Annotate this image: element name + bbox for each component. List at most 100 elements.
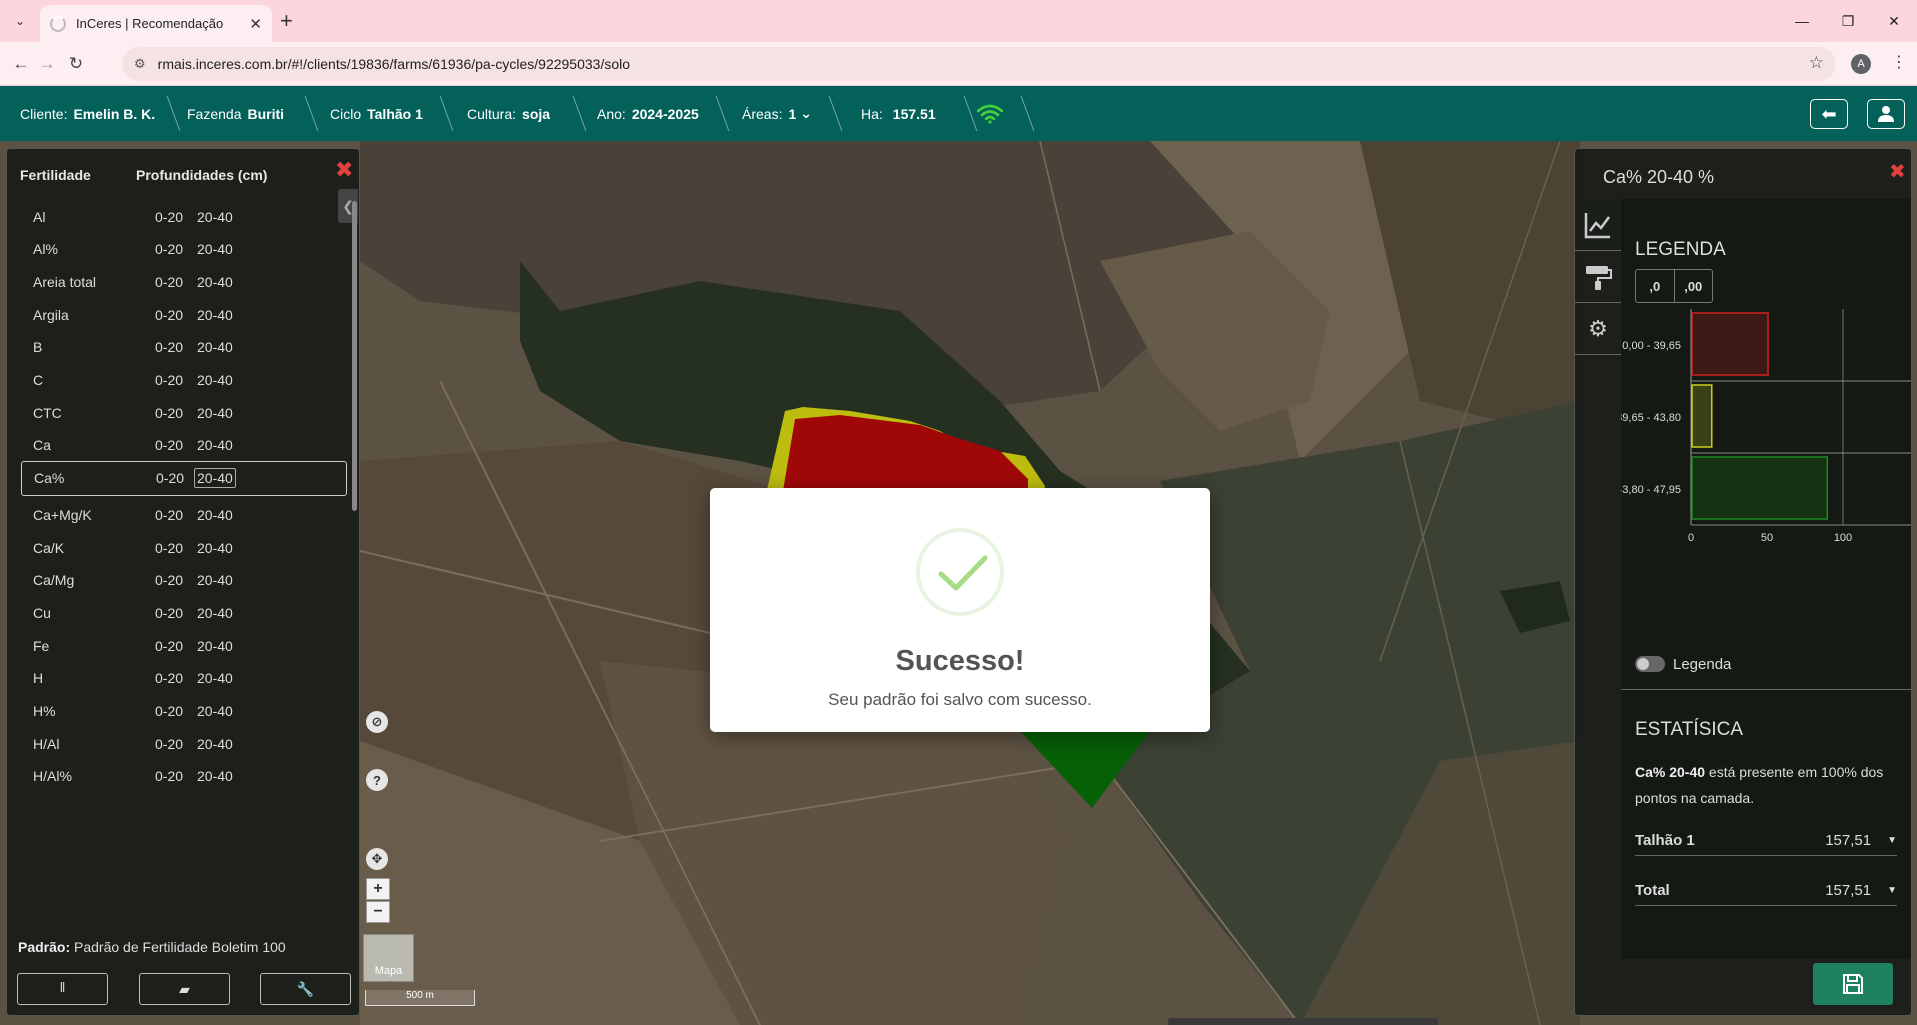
depth-20-40-option[interactable]: 20-40: [197, 405, 233, 421]
book-button[interactable]: ▰: [139, 973, 230, 1005]
depth-0-20-option[interactable]: 0-20: [155, 638, 183, 654]
depth-20-40-option[interactable]: 20-40: [197, 638, 233, 654]
legend-toggle[interactable]: [1635, 656, 1665, 672]
depth-20-40-option[interactable]: 20-40: [197, 703, 233, 719]
depth-20-40-option[interactable]: 20-40: [197, 540, 233, 556]
map-layer-toggle[interactable]: Mapa: [363, 934, 414, 982]
fertility-list-item[interactable]: Ca+Mg/K 0-20 20-40: [21, 497, 347, 532]
fertility-list-item[interactable]: Al 0-20 20-40: [21, 199, 347, 234]
depth-20-40-option[interactable]: 20-40: [197, 339, 233, 355]
help-question-icon[interactable]: ?: [366, 769, 388, 791]
decrease-decimals-button[interactable]: ,0: [1636, 270, 1674, 302]
fertility-list-item[interactable]: Argila 0-20 20-40: [21, 297, 347, 332]
depth-20-40-option[interactable]: 20-40: [197, 307, 233, 323]
tab-search-dropdown-icon[interactable]: ⌄: [8, 9, 32, 33]
depth-0-20-option[interactable]: 0-20: [156, 470, 184, 486]
depth-20-40-option[interactable]: 20-40: [197, 572, 233, 588]
fertility-list-item[interactable]: H 0-20 20-40: [21, 661, 347, 696]
depth-0-20-option[interactable]: 0-20: [155, 605, 183, 621]
crumb-areas-dropdown[interactable]: Áreas: 1 ⌄: [742, 86, 812, 141]
crumb-ciclo[interactable]: Ciclo Talhão 1: [330, 86, 423, 141]
fertility-list-item[interactable]: Ca/Mg 0-20 20-40: [21, 563, 347, 598]
depth-20-40-option[interactable]: 20-40: [197, 372, 233, 388]
tab-paint[interactable]: [1575, 251, 1621, 303]
depth-20-40-option[interactable]: 20-40: [197, 241, 233, 257]
forward-arrow-icon[interactable]: →: [35, 52, 59, 76]
profile-avatar[interactable]: A: [1851, 54, 1871, 74]
fertility-list-item[interactable]: B 0-20 20-40: [21, 330, 347, 365]
fertility-list-item[interactable]: CTC 0-20 20-40: [21, 395, 347, 430]
depth-20-40-option[interactable]: 20-40: [197, 605, 233, 621]
depth-0-20-option[interactable]: 0-20: [155, 736, 183, 752]
reload-icon[interactable]: ↻: [64, 52, 88, 76]
depth-0-20-option[interactable]: 0-20: [155, 372, 183, 388]
tab-chart[interactable]: [1575, 199, 1621, 251]
minimize-icon[interactable]: —: [1779, 0, 1825, 42]
tab-settings[interactable]: ⚙: [1575, 303, 1621, 355]
browser-tab-active[interactable]: InCeres | Recomendação ✕: [40, 5, 272, 42]
fertility-list-item[interactable]: C 0-20 20-40: [21, 363, 347, 398]
depth-0-20-option[interactable]: 0-20: [155, 507, 183, 523]
depth-20-40-option[interactable]: 20-40: [194, 468, 236, 489]
depth-0-20-option[interactable]: 0-20: [155, 241, 183, 257]
depth-20-40-option[interactable]: 20-40: [197, 274, 233, 290]
depth-20-40-option[interactable]: 20-40: [197, 507, 233, 523]
depth-0-20-option[interactable]: 0-20: [155, 307, 183, 323]
hide-layer-eye-icon[interactable]: ⊘: [366, 711, 388, 733]
depth-0-20-option[interactable]: 0-20: [155, 437, 183, 453]
depth-0-20-option[interactable]: 0-20: [155, 339, 183, 355]
new-tab-icon[interactable]: +: [280, 8, 293, 34]
restore-icon[interactable]: ❐: [1825, 0, 1871, 42]
stat-row-talhao[interactable]: Talhão 1 157,51 ▼: [1635, 826, 1897, 856]
depth-20-40-option[interactable]: 20-40: [197, 768, 233, 784]
back-arrow-icon[interactable]: ←: [9, 52, 33, 76]
depth-20-40-option[interactable]: 20-40: [197, 736, 233, 752]
fertility-list-item[interactable]: H% 0-20 20-40: [21, 694, 347, 729]
depth-0-20-option[interactable]: 0-20: [155, 209, 183, 225]
settings-wrench-button[interactable]: 🔧: [260, 973, 351, 1005]
zoom-in-button[interactable]: +: [366, 878, 390, 900]
tab-close-icon[interactable]: ✕: [249, 15, 262, 33]
user-menu-button[interactable]: [1867, 99, 1905, 129]
zoom-out-button[interactable]: −: [366, 901, 390, 923]
bookmark-star-icon[interactable]: ☆: [1809, 53, 1824, 73]
depth-0-20-option[interactable]: 0-20: [155, 768, 183, 784]
depth-20-40-option[interactable]: 20-40: [197, 670, 233, 686]
window-close-icon[interactable]: ✕: [1871, 0, 1917, 42]
browser-menu-icon[interactable]: ⋮: [1891, 52, 1907, 72]
depth-20-40-option[interactable]: 20-40: [197, 209, 233, 225]
library-button[interactable]: 𝍪: [17, 973, 108, 1005]
crumb-fazenda[interactable]: Fazenda Buriti: [187, 86, 284, 141]
pan-move-icon[interactable]: ✥: [366, 848, 388, 870]
site-settings-icon[interactable]: ⚙: [134, 56, 146, 72]
crumb-cliente[interactable]: Cliente: Emelin B. K.: [20, 86, 155, 141]
url-input[interactable]: ⚙ rmais.inceres.com.br/#!/clients/19836/…: [122, 47, 1836, 81]
gears-icon: ⚙: [1588, 315, 1608, 341]
fertility-list-item[interactable]: Cu 0-20 20-40: [21, 595, 347, 630]
fertility-list-item[interactable]: Fe 0-20 20-40: [21, 628, 347, 663]
fertility-list-item[interactable]: H/Al% 0-20 20-40: [21, 759, 347, 794]
crumb-cultura[interactable]: Cultura: soja: [467, 86, 550, 141]
depth-20-40-option[interactable]: 20-40: [197, 437, 233, 453]
depth-0-20-option[interactable]: 0-20: [155, 670, 183, 686]
depth-0-20-option[interactable]: 0-20: [155, 703, 183, 719]
depth-0-20-option[interactable]: 0-20: [155, 274, 183, 290]
fertility-list-item[interactable]: Al% 0-20 20-40: [21, 232, 347, 267]
increase-decimals-button[interactable]: ,00: [1673, 270, 1713, 302]
fertility-list-item[interactable]: H/Al 0-20 20-40: [21, 726, 347, 761]
depth-0-20-option[interactable]: 0-20: [155, 572, 183, 588]
panel-scrollbar[interactable]: [352, 201, 357, 511]
fertility-list-item[interactable]: Ca 0-20 20-40: [21, 428, 347, 463]
stat-row-total[interactable]: Total 157,51 ▼: [1635, 876, 1897, 906]
depth-0-20-option[interactable]: 0-20: [155, 540, 183, 556]
depth-0-20-option[interactable]: 0-20: [155, 405, 183, 421]
close-panel-icon[interactable]: ✖: [335, 157, 353, 183]
back-button[interactable]: ⬅: [1810, 99, 1848, 129]
fertility-list-item[interactable]: Ca/K 0-20 20-40: [21, 530, 347, 565]
fertility-list-item[interactable]: Areia total 0-20 20-40: [21, 264, 347, 299]
save-button[interactable]: [1813, 963, 1893, 1005]
crumb-ano[interactable]: Ano: 2024-2025: [597, 86, 699, 141]
close-right-panel-icon[interactable]: ✖: [1889, 159, 1906, 184]
fertility-list-item[interactable]: Ca% 0-20 20-40: [21, 460, 347, 496]
fertility-item-name: Fe: [33, 637, 50, 654]
